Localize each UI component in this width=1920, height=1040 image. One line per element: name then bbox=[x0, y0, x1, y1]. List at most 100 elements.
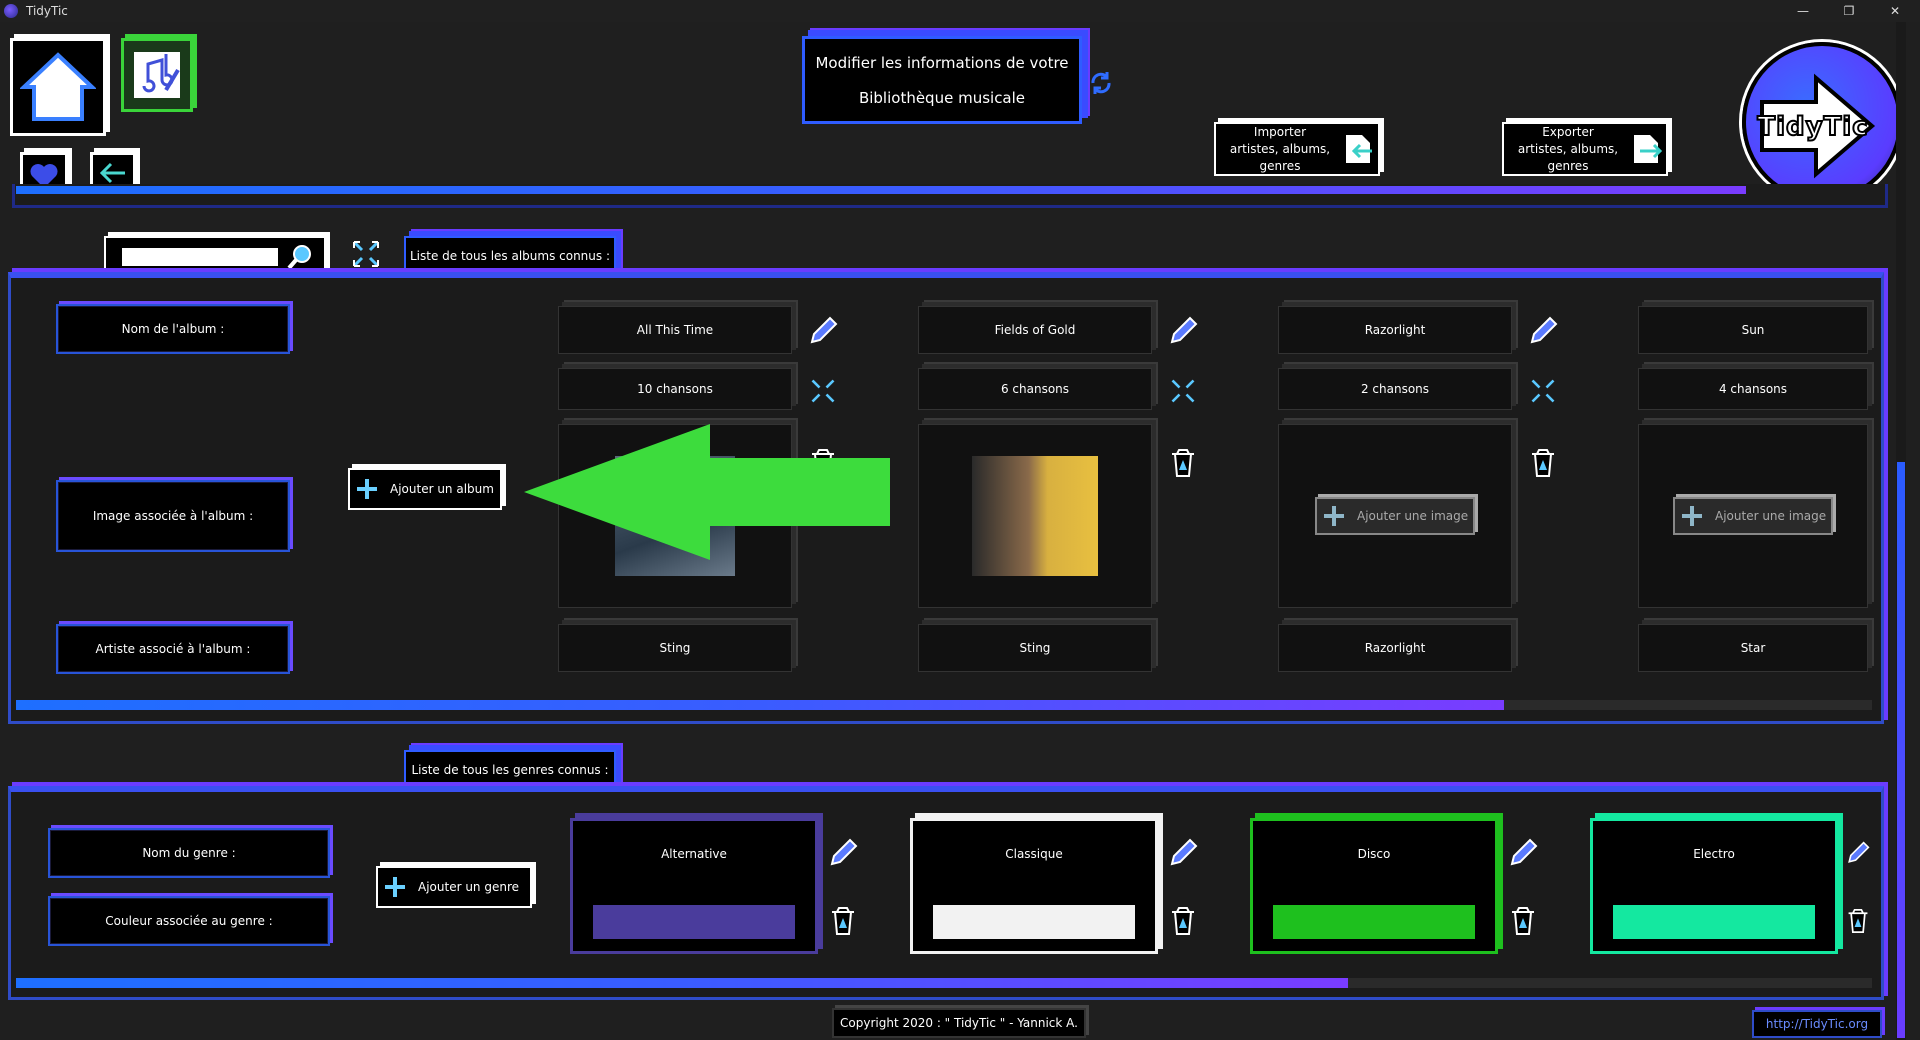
album-image-row-label: Image associée à l'album : bbox=[56, 480, 290, 552]
expand-icon bbox=[352, 240, 380, 268]
expand-album-button[interactable] bbox=[1166, 374, 1200, 408]
import-label: Importer artistes, albums, genres bbox=[1229, 124, 1331, 173]
music-edit-button[interactable] bbox=[121, 38, 193, 112]
album-artist-cell: Razorlight bbox=[1278, 624, 1512, 672]
app-icon bbox=[4, 4, 18, 18]
page-title-line2: Bibliothèque musicale bbox=[858, 88, 1026, 107]
edit-genre-button[interactable] bbox=[826, 836, 860, 870]
plus-icon bbox=[1681, 505, 1703, 527]
add-genre-button[interactable]: Ajouter un genre bbox=[376, 866, 532, 908]
home-button[interactable] bbox=[10, 38, 106, 136]
title-bar: TidyTic — ❐ ✕ bbox=[0, 0, 1920, 22]
trash-icon bbox=[832, 907, 854, 935]
genre-color-swatch bbox=[933, 905, 1135, 939]
album-name-cell: Fields of Gold bbox=[918, 306, 1152, 354]
genre-color-row-label: Couleur associée au genre : bbox=[48, 896, 330, 946]
add-image-button[interactable]: Ajouter une image bbox=[1315, 497, 1475, 535]
albums-expand-button[interactable] bbox=[348, 236, 384, 272]
trash-icon bbox=[1532, 449, 1554, 477]
edit-album-button[interactable] bbox=[1526, 314, 1560, 348]
album-artist-cell: Star bbox=[1638, 624, 1868, 672]
edit-album-button[interactable] bbox=[1166, 314, 1200, 348]
delete-album-button[interactable] bbox=[1166, 446, 1200, 480]
genre-name: Alternative bbox=[661, 847, 727, 861]
album-artist-row-label: Artiste associé à l'album : bbox=[56, 624, 290, 674]
delete-genre-button[interactable] bbox=[1506, 904, 1540, 938]
close-button[interactable]: ✕ bbox=[1872, 0, 1918, 22]
page-scrollbar-thumb[interactable] bbox=[1897, 462, 1905, 1038]
delete-album-button[interactable] bbox=[1526, 446, 1560, 480]
export-label: Exporter artistes, albums, genres bbox=[1517, 124, 1619, 173]
delete-genre-button[interactable] bbox=[1166, 904, 1200, 938]
album-songs-cell: 2 chansons bbox=[1278, 368, 1512, 410]
pencil-icon bbox=[1170, 838, 1198, 866]
pencil-icon bbox=[1530, 316, 1558, 344]
delete-genre-button[interactable] bbox=[826, 904, 860, 938]
album-artist-cell: Sting bbox=[918, 624, 1152, 672]
genre-card[interactable]: Disco bbox=[1250, 818, 1498, 954]
album-cover-image bbox=[972, 456, 1098, 576]
pencil-icon bbox=[1848, 841, 1870, 863]
album-image-cell: Ajouter une image bbox=[1638, 424, 1868, 608]
pencil-icon bbox=[810, 316, 838, 344]
album-name-cell: All This Time bbox=[558, 306, 792, 354]
album-songs-cell: 10 chansons bbox=[558, 368, 792, 410]
refresh-button[interactable] bbox=[1086, 68, 1116, 98]
genre-color-swatch bbox=[1613, 905, 1815, 939]
edit-genre-button[interactable] bbox=[1166, 836, 1200, 870]
album-name-cell: Razorlight bbox=[1278, 306, 1512, 354]
plus-icon bbox=[356, 478, 378, 500]
edit-genre-button[interactable] bbox=[1506, 836, 1540, 870]
genre-color-swatch bbox=[593, 905, 795, 939]
edit-genre-button[interactable] bbox=[1846, 836, 1870, 870]
albums-scrollbar-thumb[interactable] bbox=[16, 700, 1504, 710]
expand-icon bbox=[1531, 379, 1555, 403]
plus-icon bbox=[384, 876, 406, 898]
minimize-button[interactable]: — bbox=[1780, 0, 1826, 22]
annotation-arrow-icon bbox=[524, 424, 890, 560]
trash-icon bbox=[1172, 449, 1194, 477]
genres-tab[interactable]: Liste de tous les genres connus : bbox=[404, 750, 616, 790]
genre-name: Classique bbox=[1005, 847, 1063, 861]
delete-genre-button[interactable] bbox=[1846, 904, 1870, 938]
tidytic-window: { "window": {"title": "TidyTic", "min": … bbox=[0, 0, 1920, 1040]
page-title-line1: Modifier les informations de votre bbox=[815, 53, 1069, 72]
pencil-icon bbox=[830, 838, 858, 866]
album-songs-cell: 6 chansons bbox=[918, 368, 1152, 410]
website-link[interactable]: http://TidyTic.org bbox=[1752, 1010, 1882, 1038]
albums-tab[interactable]: Liste de tous les albums connus : bbox=[404, 236, 616, 276]
tidytic-logo[interactable]: TidyTic bbox=[1742, 42, 1902, 202]
genre-card[interactable]: Electro bbox=[1590, 818, 1838, 954]
pencil-icon bbox=[1510, 838, 1538, 866]
add-image-button[interactable]: Ajouter une image bbox=[1673, 497, 1833, 535]
album-search-box bbox=[104, 236, 326, 276]
export-button[interactable]: Exporter artistes, albums, genres bbox=[1502, 122, 1668, 176]
genre-name-row-label: Nom du genre : bbox=[48, 828, 330, 878]
genre-card[interactable]: Alternative bbox=[570, 818, 818, 954]
album-songs-cell: 4 chansons bbox=[1638, 368, 1868, 410]
expand-icon bbox=[1171, 379, 1195, 403]
album-name-cell: Sun bbox=[1638, 306, 1868, 354]
expand-album-button[interactable] bbox=[806, 374, 840, 408]
music-edit-icon bbox=[134, 52, 180, 98]
add-album-button[interactable]: Ajouter un album bbox=[348, 468, 502, 510]
copyright-box: Copyright 2020 : " TidyTic " - Yannick A… bbox=[832, 1008, 1086, 1038]
edit-album-button[interactable] bbox=[806, 314, 840, 348]
genre-name: Electro bbox=[1693, 847, 1735, 861]
pencil-icon bbox=[1170, 316, 1198, 344]
album-image-cell bbox=[918, 424, 1152, 608]
genre-card[interactable]: Classique bbox=[910, 818, 1158, 954]
page-title-box: Modifier les informations de votre Bibli… bbox=[802, 36, 1082, 124]
import-button[interactable]: Importer artistes, albums, genres bbox=[1214, 122, 1380, 176]
album-search-input[interactable] bbox=[122, 248, 278, 266]
genres-scrollbar-thumb[interactable] bbox=[16, 978, 1348, 988]
search-icon[interactable] bbox=[286, 243, 314, 271]
import-icon bbox=[1346, 135, 1372, 163]
album-image-cell: Ajouter une image bbox=[1278, 424, 1512, 608]
header-bar bbox=[16, 186, 1746, 194]
genre-color-swatch bbox=[1273, 905, 1475, 939]
expand-album-button[interactable] bbox=[1526, 374, 1560, 408]
genre-name: Disco bbox=[1357, 847, 1391, 861]
maximize-button[interactable]: ❐ bbox=[1826, 0, 1872, 22]
refresh-icon bbox=[1091, 72, 1111, 94]
